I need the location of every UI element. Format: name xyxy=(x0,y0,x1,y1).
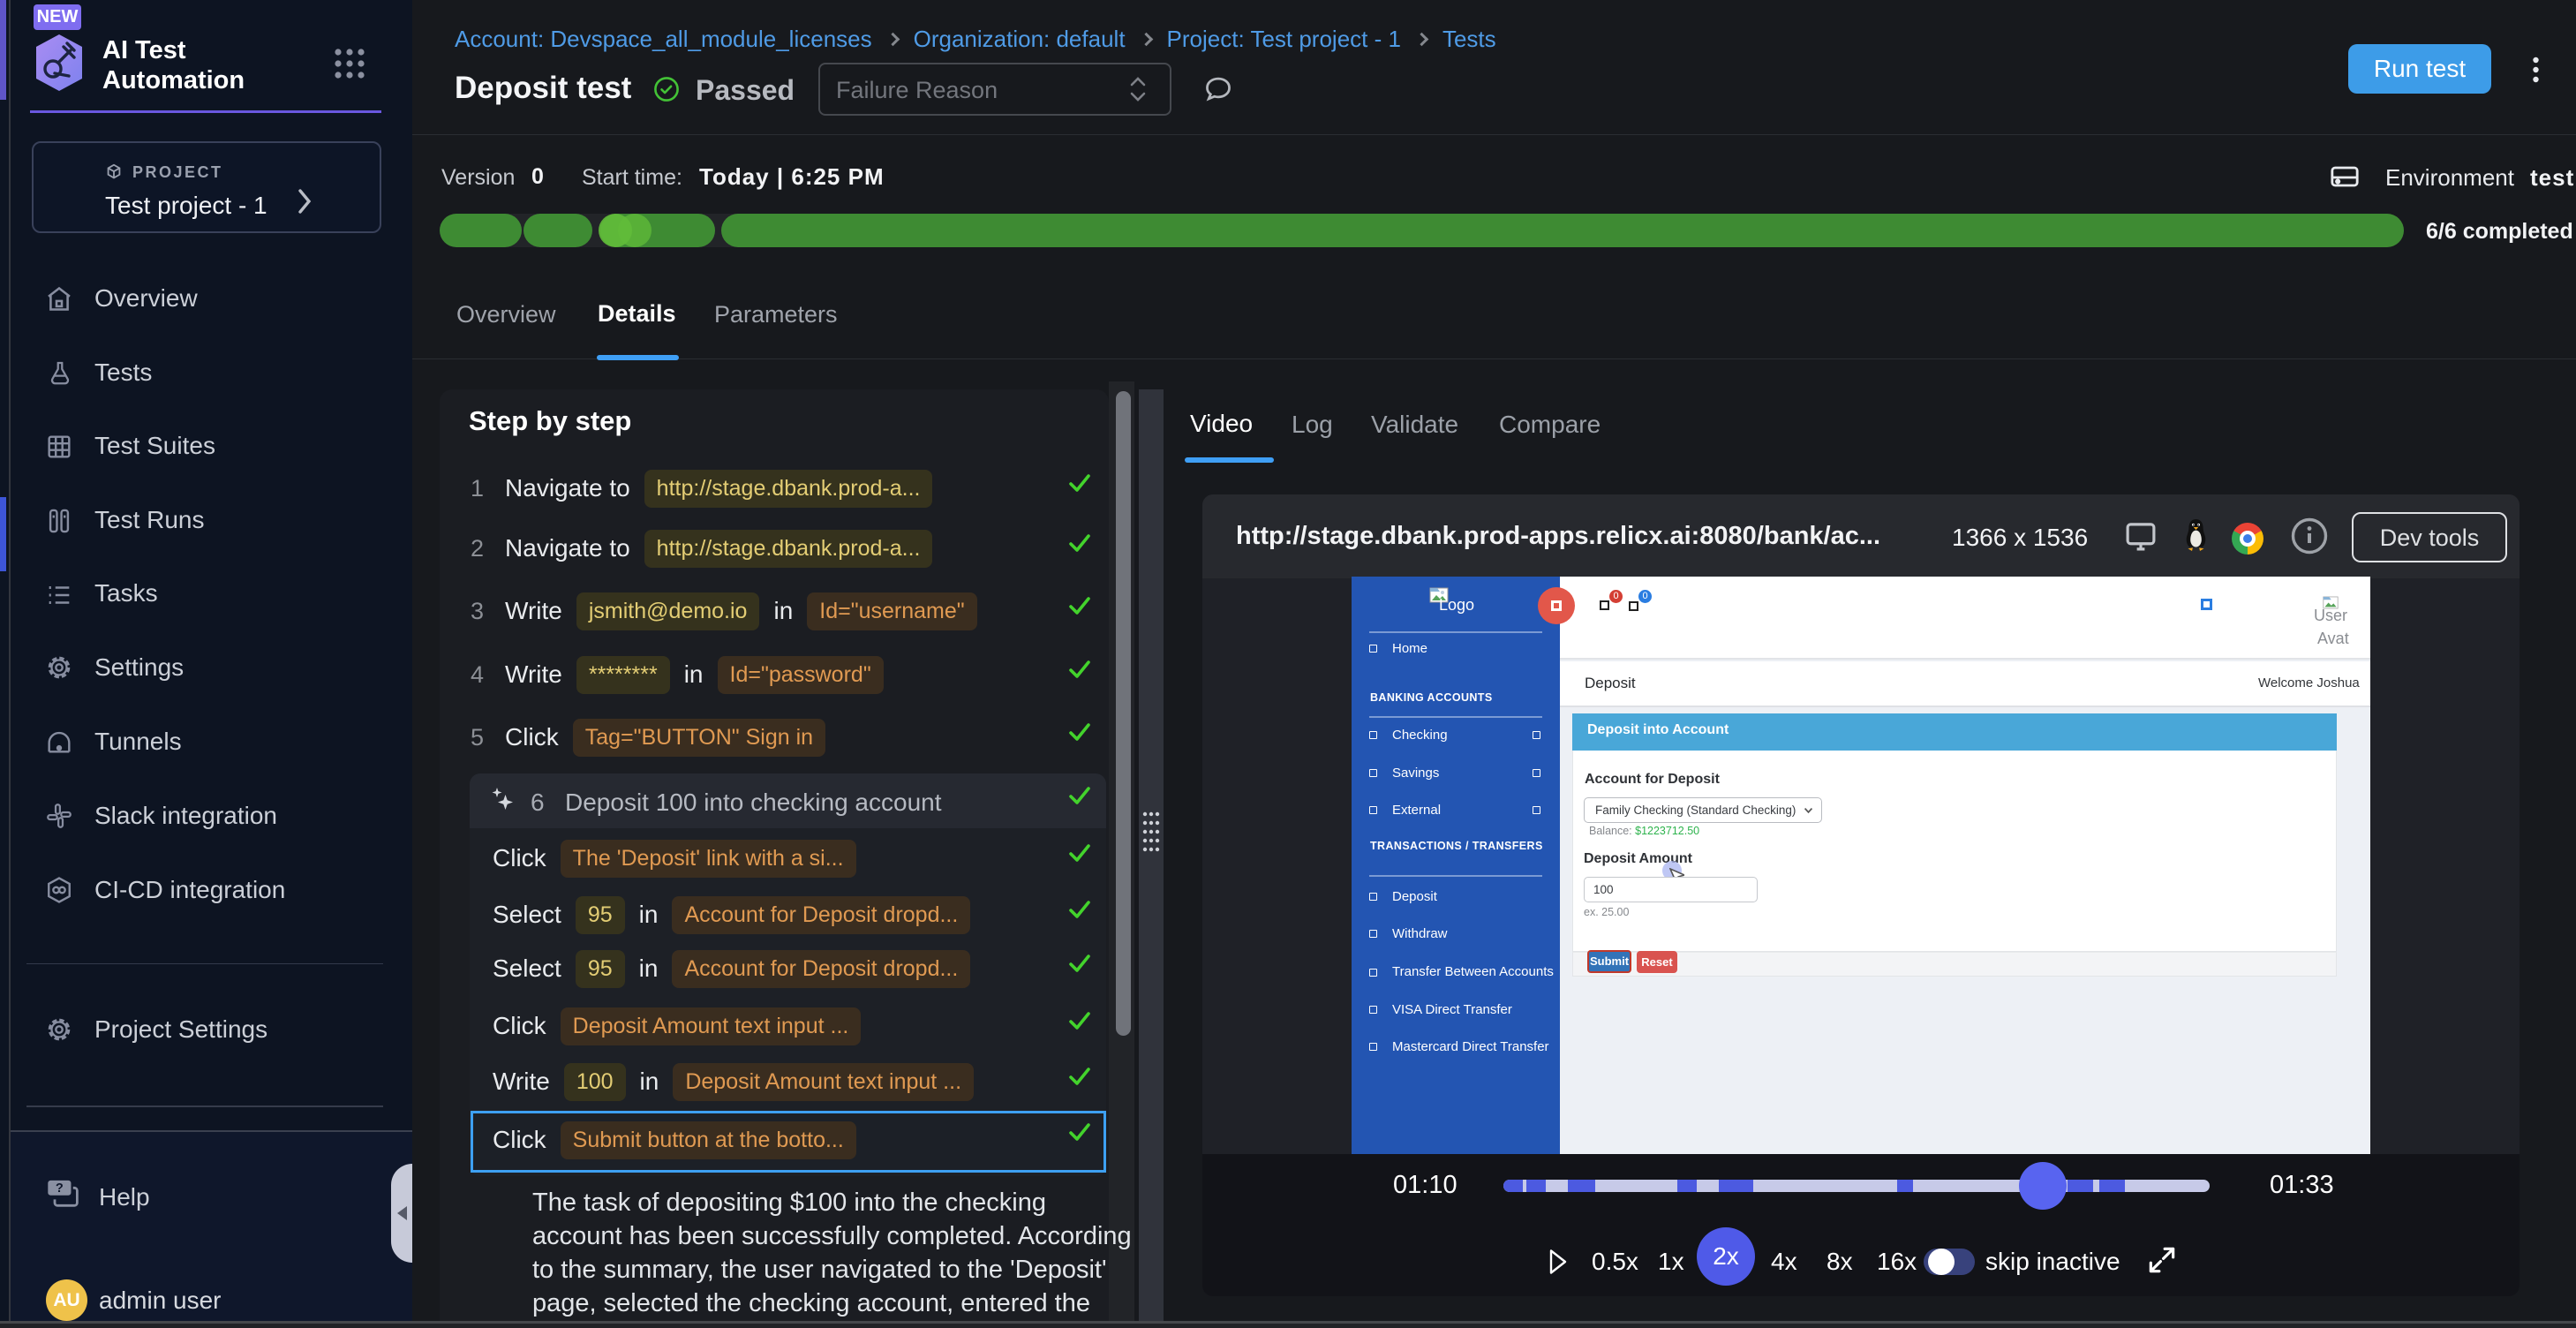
svg-text:?: ? xyxy=(56,1181,64,1196)
